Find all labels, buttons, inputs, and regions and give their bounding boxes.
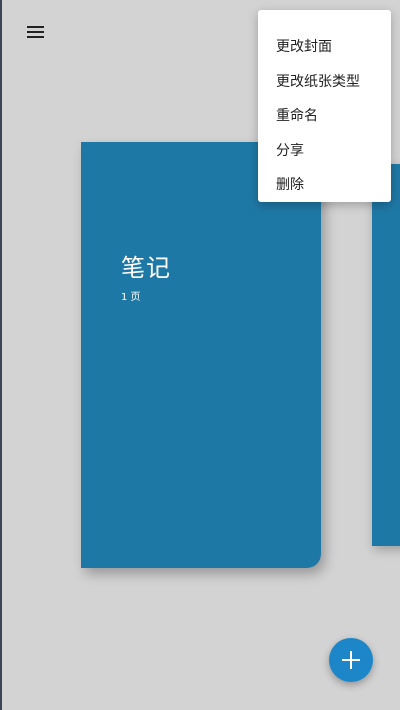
context-menu: 更改封面 更改纸张类型 重命名 分享 删除 [258, 10, 391, 202]
menu-item-change-cover[interactable]: 更改封面 [258, 30, 391, 65]
notebook-title: 笔记 [121, 254, 171, 282]
menu-item-change-paper-type[interactable]: 更改纸张类型 [258, 65, 391, 100]
notebook-page-count: 1 页 [121, 292, 141, 303]
notebook-card-next[interactable] [372, 164, 400, 546]
plus-icon [342, 651, 360, 669]
menu-item-share[interactable]: 分享 [258, 134, 391, 169]
add-notebook-button[interactable] [329, 638, 373, 682]
menu-item-rename[interactable]: 重命名 [258, 99, 391, 134]
notebook-card[interactable]: 笔记 1 页 [81, 142, 321, 568]
window-edge [0, 0, 2, 710]
menu-button[interactable] [22, 20, 50, 44]
hamburger-menu-icon [27, 26, 44, 38]
menu-item-delete[interactable]: 删除 [258, 168, 391, 203]
